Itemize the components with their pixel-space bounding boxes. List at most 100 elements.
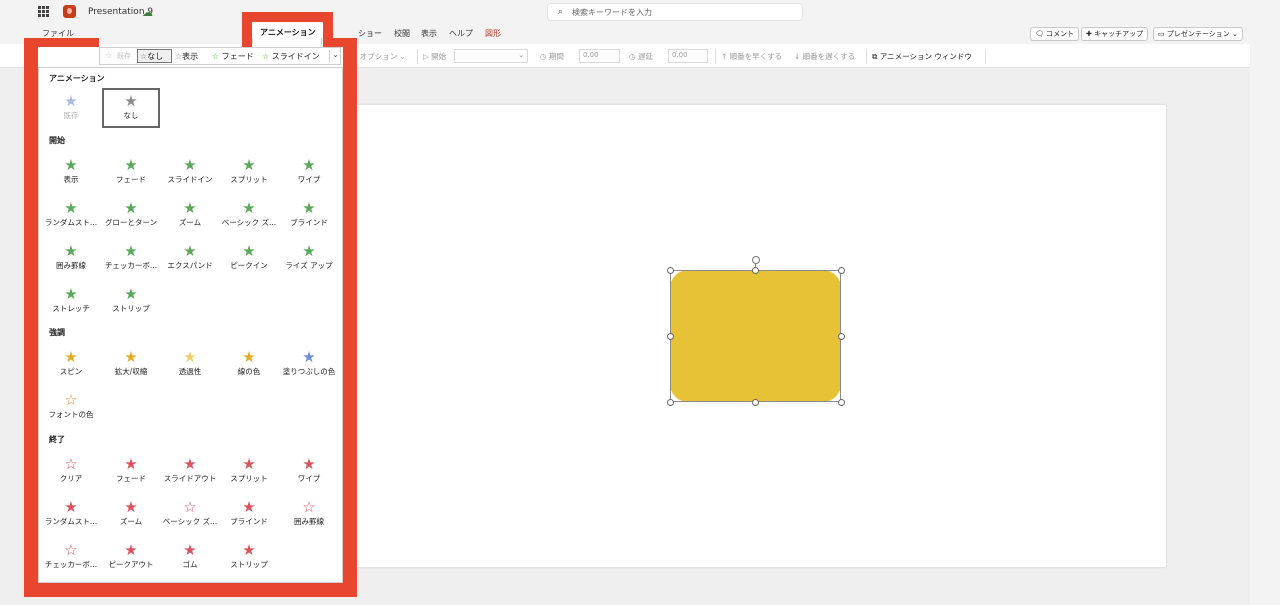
entrance-item[interactable]: ★ ワイプ: [280, 156, 338, 190]
exit-item[interactable]: ☆ 囲み罫線: [280, 498, 338, 532]
entrance-item[interactable]: ★ 表示: [42, 156, 100, 190]
emphasis-star-icon: ★: [183, 348, 197, 366]
entrance-star-icon: ★: [64, 285, 78, 303]
rotate-handle-icon[interactable]: [752, 256, 760, 264]
exit-item[interactable]: ★ スプリット: [220, 455, 278, 489]
catch-up-button[interactable]: ✚ キャッチアップ: [1081, 27, 1149, 41]
entrance-item[interactable]: ★ ライズ アップ: [280, 242, 338, 276]
entrance-item[interactable]: ★ 囲み罫線: [42, 242, 100, 276]
entrance-item[interactable]: ★ エクスパンド: [161, 242, 219, 276]
exit-star-icon: ★: [124, 541, 138, 559]
section-title: 終了: [49, 435, 65, 444]
tab-view[interactable]: 表示: [421, 28, 437, 39]
entrance-item[interactable]: ★ ブラインド: [280, 199, 338, 233]
entrance-item[interactable]: ★ ストレッチ: [42, 285, 100, 319]
powerpoint-logo-icon: [63, 5, 76, 18]
gallery-item-fly-in[interactable]: ☆ スライドイン: [262, 51, 320, 62]
exit-item[interactable]: ★ ゴム: [161, 541, 219, 575]
entrance-star-icon: ★: [302, 242, 316, 260]
duration-input[interactable]: 0.00: [579, 49, 620, 63]
gallery-item-fade[interactable]: ☆ フェード: [212, 51, 254, 62]
exit-item[interactable]: ★ ストリップ: [220, 541, 278, 575]
ribbon-divider: [866, 49, 867, 64]
move-later-button[interactable]: ↓ 順番を遅くする: [794, 51, 855, 62]
resize-handle[interactable]: [838, 399, 845, 406]
emphasis-item[interactable]: ☆ フォントの色: [42, 391, 100, 425]
resize-handle[interactable]: [838, 333, 845, 340]
resize-handle[interactable]: [667, 399, 674, 406]
exit-star-icon: ★: [183, 541, 197, 559]
entrance-item[interactable]: ★ グローとターン: [102, 199, 160, 233]
gallery-expand-chevron-icon[interactable]: ⌄: [329, 50, 341, 62]
entrance-star-icon: ★: [64, 242, 78, 260]
exit-star-icon: ☆: [64, 541, 78, 559]
animation-gallery-dropdown: アニメーション ★ 既存 ★ なし 開始 ★ 表示 ★ フェード ★ スライドイン ★ スプ…: [38, 67, 343, 583]
entrance-item[interactable]: ★ ベーシック ズ...: [220, 199, 278, 233]
search-box[interactable]: ⌕ 検索キーワードを入力: [547, 3, 803, 21]
resize-handle[interactable]: [667, 333, 674, 340]
entrance-item[interactable]: ★ ストリップ: [102, 285, 160, 319]
start-select[interactable]: ⌄: [454, 49, 528, 63]
exit-item[interactable]: ★ ランダムスト...: [42, 498, 100, 532]
exit-item[interactable]: ★ ワイプ: [280, 455, 338, 489]
start-label: ▷ 開始: [423, 52, 447, 61]
entrance-item[interactable]: ★ ピークイン: [220, 242, 278, 276]
animation-pane-button[interactable]: ⧉ アニメーション ウィンドウ: [872, 51, 972, 62]
exit-star-icon: ★: [124, 455, 138, 473]
section-title: アニメーション: [49, 74, 105, 83]
effect-options-button[interactable]: ⊞ オプション ⌄: [351, 51, 406, 62]
existing-star-icon: ☆: [105, 51, 113, 60]
entrance-star-icon: ★: [183, 199, 197, 217]
resize-handle[interactable]: [667, 267, 674, 274]
entrance-item[interactable]: ★ スライドイン: [161, 156, 219, 190]
move-earlier-button[interactable]: ↑ 順番を早くする: [721, 51, 782, 62]
exit-star-icon: ☆: [183, 498, 197, 516]
exit-item[interactable]: ★ ブラインド: [220, 498, 278, 532]
exit-item[interactable]: ☆ チェッカーボ...: [42, 541, 100, 575]
exit-star-icon: ★: [183, 455, 197, 473]
emphasis-item[interactable]: ★ 拡大/収縮: [102, 348, 160, 382]
animation-gallery-strip: ☆ 既存 ☆なし ☆表示 ☆ フェード ☆ スライドイン ⌄: [99, 47, 341, 65]
comments-button[interactable]: 🗨 コメント: [1030, 27, 1080, 41]
exit-star-icon: ★: [242, 541, 256, 559]
tab-review[interactable]: 校閲: [394, 28, 410, 39]
entrance-item[interactable]: ★ チェッカーボ...: [102, 242, 160, 276]
entrance-star-icon: ★: [124, 199, 138, 217]
gallery-item-appear[interactable]: ☆表示: [175, 51, 198, 62]
entrance-star-icon: ★: [302, 199, 316, 217]
delay-input[interactable]: 0.00: [668, 49, 708, 63]
emphasis-star-icon: ★: [64, 348, 78, 366]
emphasis-item[interactable]: ★ スピン: [42, 348, 100, 382]
tab-shape-format[interactable]: 図形: [485, 28, 501, 39]
exit-item[interactable]: ★ フェード: [102, 455, 160, 489]
resize-handle[interactable]: [838, 267, 845, 274]
exit-item[interactable]: ☆ ベーシック ズ...: [161, 498, 219, 532]
entrance-star-icon: ★: [124, 156, 138, 174]
emphasis-item[interactable]: ★ 塗りつぶしの色: [280, 348, 338, 382]
star-icon: ★: [124, 92, 138, 110]
entrance-item[interactable]: ★ スプリット: [220, 156, 278, 190]
present-button[interactable]: ▭ プレゼンテーション ⌄: [1153, 27, 1243, 41]
tab-slideshow[interactable]: ショー: [358, 28, 382, 39]
tab-help[interactable]: ヘルプ: [449, 28, 473, 39]
tab-animations[interactable]: アニメーション: [260, 27, 316, 38]
exit-item[interactable]: ★ スライドアウト: [161, 455, 219, 489]
exit-item[interactable]: ☆ クリア: [42, 455, 100, 489]
resize-handle[interactable]: [752, 399, 759, 406]
entrance-item[interactable]: ★ フェード: [102, 156, 160, 190]
section-title: 強調: [49, 328, 65, 337]
exit-item[interactable]: ★ ピークアウト: [102, 541, 160, 575]
emphasis-star-icon: ☆: [64, 391, 78, 409]
app-launcher-icon[interactable]: [38, 6, 49, 17]
gallery-item-none[interactable]: ☆なし: [140, 51, 163, 62]
entrance-star-icon: ★: [124, 242, 138, 260]
resize-handle[interactable]: [752, 267, 759, 274]
emphasis-item[interactable]: ★ 透過性: [161, 348, 219, 382]
gallery-item-none[interactable]: ★ なし: [102, 92, 160, 126]
entrance-item[interactable]: ★ ズーム: [161, 199, 219, 233]
entrance-star-icon: ★: [242, 199, 256, 217]
exit-star-icon: ★: [124, 498, 138, 516]
entrance-item[interactable]: ★ ランダムスト...: [42, 199, 100, 233]
exit-item[interactable]: ★ ズーム: [102, 498, 160, 532]
emphasis-item[interactable]: ★ 線の色: [220, 348, 278, 382]
